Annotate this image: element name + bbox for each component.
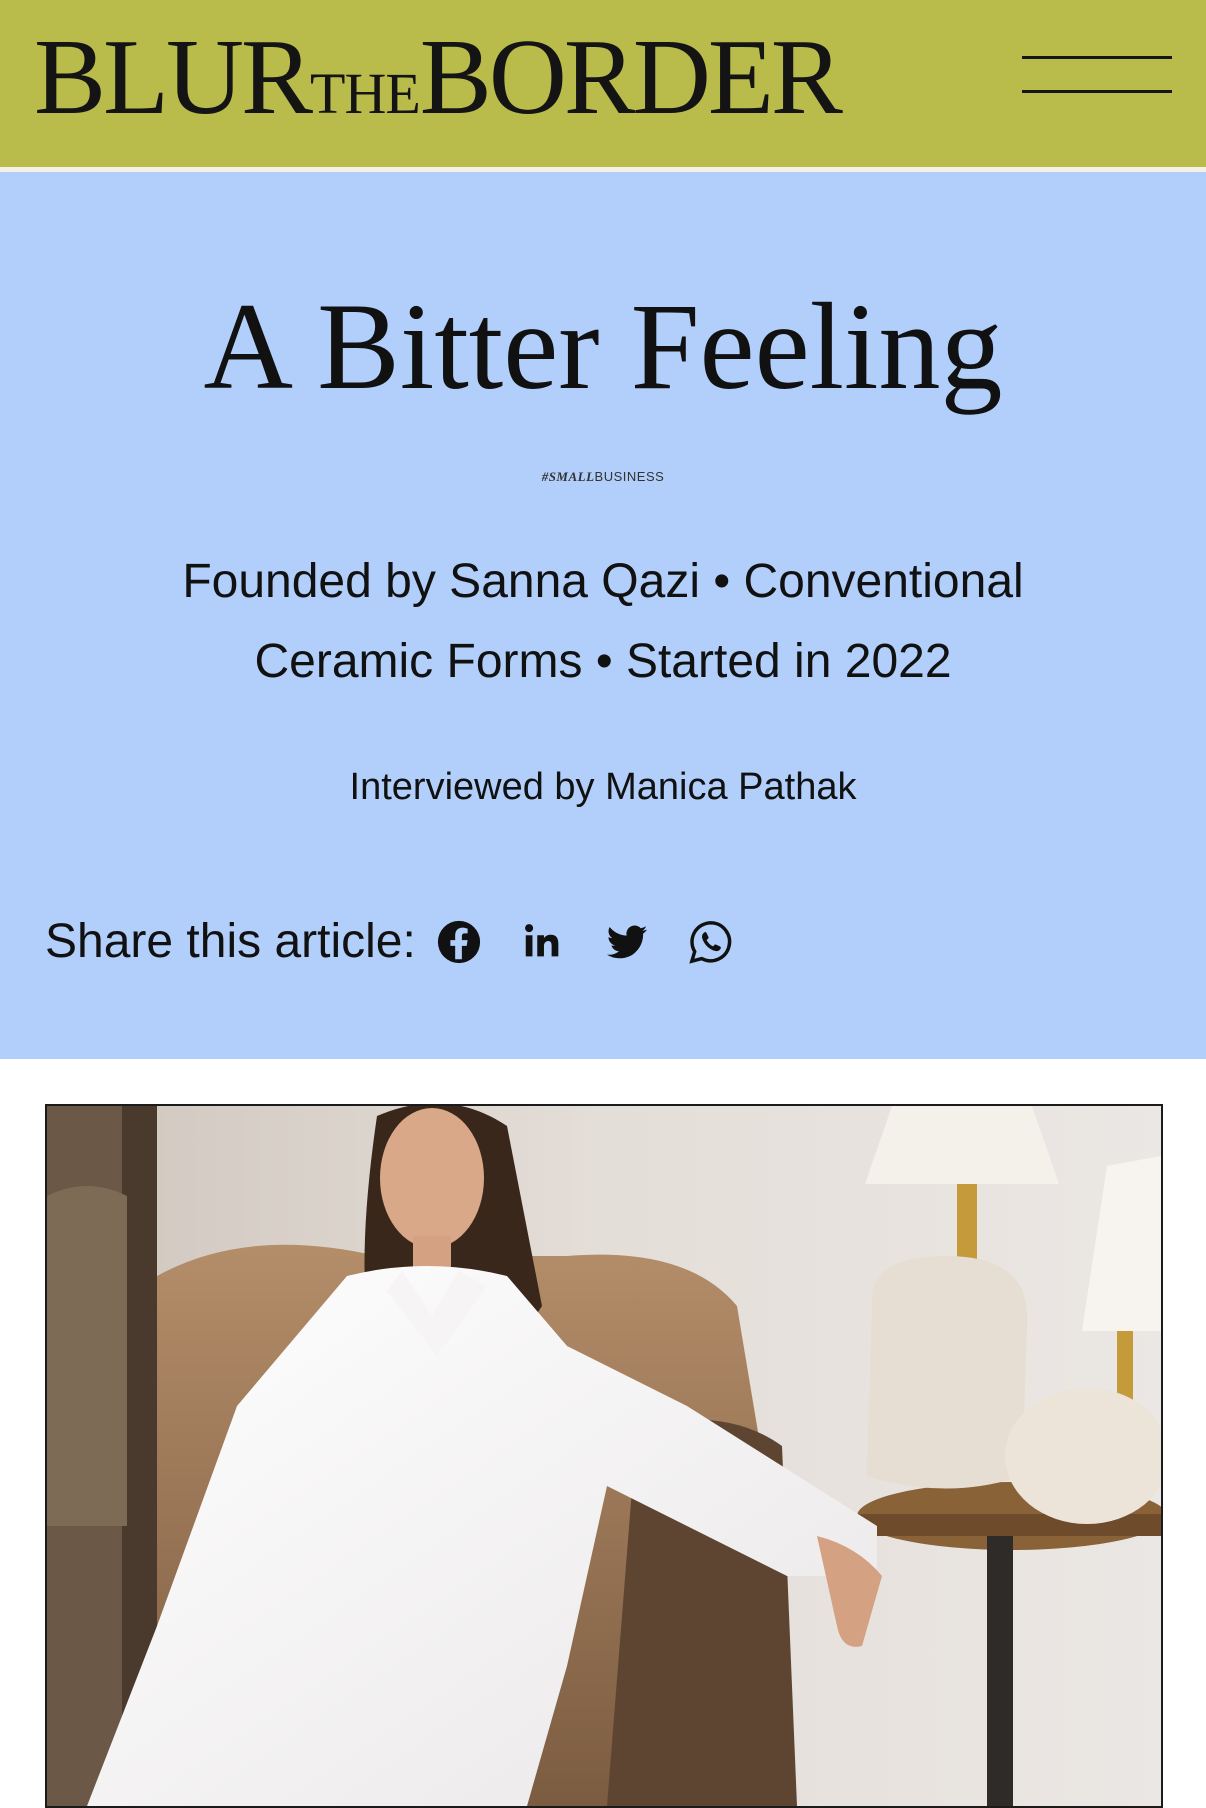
interviewer-credit: Interviewed by Manica Pathak — [349, 766, 857, 808]
logo-part-blur: BLUR — [34, 18, 313, 137]
article-photo — [45, 1104, 1163, 1808]
twitter-icon[interactable] — [602, 917, 652, 967]
logo-part-the: THE — [310, 61, 421, 126]
site-header: BLURTHEBORDER — [0, 0, 1206, 167]
facebook-icon[interactable] — [434, 917, 484, 967]
share-label: Share this article: — [45, 915, 416, 968]
logo-part-border: BORDER — [419, 18, 843, 137]
category-label: BUSINESS — [594, 469, 665, 484]
menu-line — [1022, 90, 1172, 93]
whatsapp-icon[interactable] — [686, 917, 736, 967]
article-photo-illustration — [47, 1106, 1161, 1806]
category-hash: #SMALL — [541, 469, 595, 484]
article-hero: A Bitter Feeling #SMALLBUSINESS Founded … — [0, 172, 1206, 1059]
category-tag[interactable]: #SMALLBUSINESS — [0, 469, 1206, 485]
article-title: A Bitter Feeling — [203, 278, 1003, 415]
hamburger-menu-icon[interactable] — [1018, 52, 1174, 98]
summary-line: Ceramic Forms • Started in 2022 — [254, 635, 952, 688]
menu-line — [1022, 56, 1172, 59]
site-logo[interactable]: BLURTHEBORDER — [34, 18, 843, 138]
article-summary: Founded by Sanna Qazi • Conventional Cer… — [110, 542, 1096, 702]
linkedin-icon[interactable] — [518, 917, 568, 967]
summary-line: Founded by Sanna Qazi • Conventional — [182, 555, 1024, 608]
share-bar: Share this article: — [45, 912, 770, 972]
